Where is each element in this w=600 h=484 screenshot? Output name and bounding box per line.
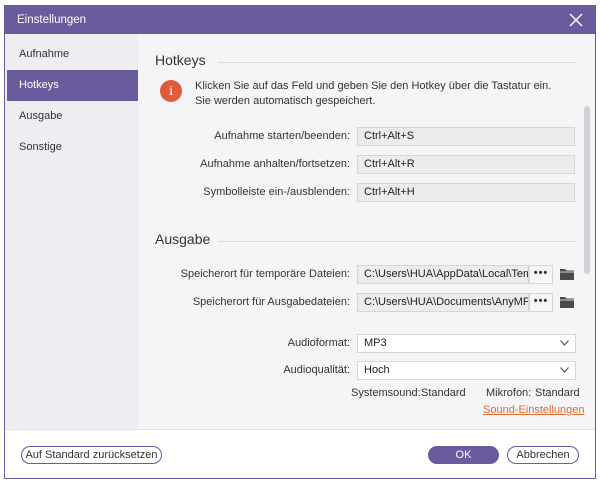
sidebar-item-sonstige[interactable]: Sonstige (7, 132, 138, 163)
sidebar-item-ausgabe[interactable]: Ausgabe (7, 101, 138, 132)
info-icon: i (160, 80, 182, 102)
temp-browse-button[interactable]: ••• (529, 265, 553, 284)
output-path-label: Speicherort für Ausgabedateien: (192, 296, 350, 308)
hotkeys-section-title: Hotkeys (155, 52, 206, 68)
dialog-footer: Auf Standard zurücksetzen OK Abbrechen (5, 429, 595, 478)
audioquality-select[interactable]: Hoch (357, 361, 576, 380)
hotkey-field-pause[interactable]: Ctrl+Alt+R (357, 155, 575, 174)
sidebar: Aufnahme Hotkeys Ausgabe Sonstige (5, 34, 138, 429)
temp-path-field[interactable]: C:\Users\HUA\AppData\Local\Temp\ (357, 265, 529, 284)
close-icon[interactable] (569, 13, 583, 27)
audioformat-label: Audioformat: (287, 337, 350, 349)
output-path-field[interactable]: C:\Users\HUA\Documents\AnyMP4 Studio (357, 293, 529, 312)
folder-icon[interactable] (560, 296, 574, 308)
hotkey-label-pause: Aufnahme anhalten/fortsetzen: (200, 158, 350, 170)
sidebar-item-aufnahme[interactable]: Aufnahme (7, 39, 138, 70)
audioquality-label: Audioqualität: (283, 364, 350, 376)
hotkeys-info-text: Klicken Sie auf das Feld und geben Sie d… (195, 80, 552, 107)
hotkey-label-toolbar: Symbolleiste ein-/ausblenden: (203, 186, 350, 198)
settings-content: Hotkeys i Klicken Sie auf das Feld und g… (138, 34, 595, 429)
systemsound-value: Standard (421, 387, 466, 399)
sound-settings-link[interactable]: Sound-Einstellungen (483, 404, 585, 416)
ok-button[interactable]: OK (428, 446, 499, 464)
microphone-value: Standard (535, 387, 580, 399)
audioformat-select[interactable]: MP3 (357, 334, 576, 353)
output-section-title: Ausgabe (155, 231, 211, 247)
systemsound-label: Systemsound: (351, 387, 421, 399)
temp-path-label: Speicherort für temporäre Dateien: (180, 268, 350, 280)
cancel-button[interactable]: Abbrechen (507, 446, 579, 464)
title-bar: Einstellungen (5, 6, 595, 34)
settings-dialog: Einstellungen Aufnahme Hotkeys Ausgabe S… (4, 5, 596, 479)
hotkey-field-record[interactable]: Ctrl+Alt+S (357, 127, 575, 146)
microphone-label: Mikrofon: (486, 387, 532, 399)
window-title: Einstellungen (17, 14, 87, 26)
sidebar-item-hotkeys[interactable]: Hotkeys (7, 70, 138, 101)
content-scrollbar[interactable] (584, 106, 590, 274)
hotkey-field-toolbar[interactable]: Ctrl+Alt+H (357, 183, 575, 202)
reset-defaults-button[interactable]: Auf Standard zurücksetzen (21, 446, 162, 464)
section-divider (218, 241, 575, 242)
section-divider (218, 62, 575, 63)
audioformat-value: MP3 (364, 337, 387, 349)
chevron-down-icon (560, 367, 569, 373)
folder-icon[interactable] (560, 268, 574, 280)
hotkey-label-record: Aufnahme starten/beenden: (214, 130, 350, 142)
chevron-down-icon (560, 340, 569, 346)
output-browse-button[interactable]: ••• (529, 293, 553, 312)
audioquality-value: Hoch (364, 364, 390, 376)
